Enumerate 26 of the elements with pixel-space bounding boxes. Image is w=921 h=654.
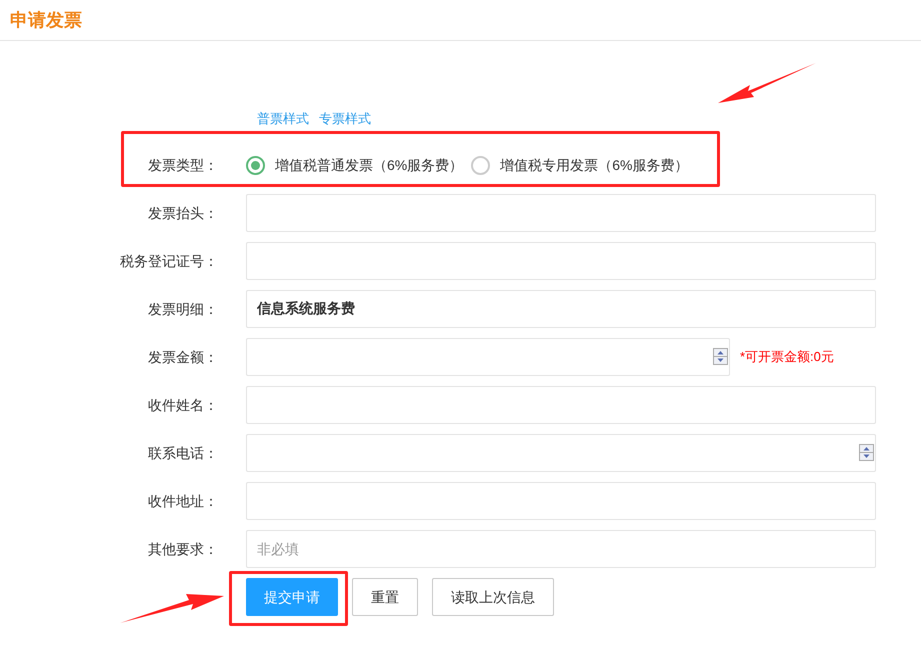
field-label: 发票明细：: [147, 300, 218, 318]
input-field[interactable]: [246, 386, 876, 424]
form-button[interactable]: 重置: [352, 578, 418, 616]
spinner-icon[interactable]: [713, 348, 728, 365]
amount-note: *可开票金额:0元: [740, 348, 834, 366]
input-field[interactable]: [246, 434, 876, 472]
input-field[interactable]: [246, 242, 876, 280]
spinner-icon[interactable]: [859, 444, 874, 461]
field-label: 收件姓名：: [147, 396, 218, 414]
field-label: 税务登记证号：: [119, 252, 218, 270]
input-field[interactable]: [246, 482, 876, 520]
radio-button[interactable]: [471, 156, 490, 174]
input-field[interactable]: 非必填: [246, 530, 876, 568]
field-label: 联系电话：: [147, 444, 218, 462]
field-label: 收件地址：: [147, 492, 218, 510]
input-field[interactable]: [246, 338, 730, 376]
field-label: 发票类型：: [147, 156, 218, 174]
form-button[interactable]: 读取上次信息: [432, 578, 554, 616]
field-label: 其他要求：: [147, 540, 218, 558]
field-label: 发票金额：: [147, 348, 218, 366]
radio-button[interactable]: [246, 156, 265, 174]
field-label: 发票抬头：: [147, 204, 218, 222]
radio-label[interactable]: 增值税专用发票（6%服务费）: [500, 154, 688, 176]
radio-label[interactable]: 增值税普通发票（6%服务费）: [275, 154, 464, 176]
input-field[interactable]: [246, 194, 876, 232]
page-title: 申请发票: [10, 8, 82, 32]
